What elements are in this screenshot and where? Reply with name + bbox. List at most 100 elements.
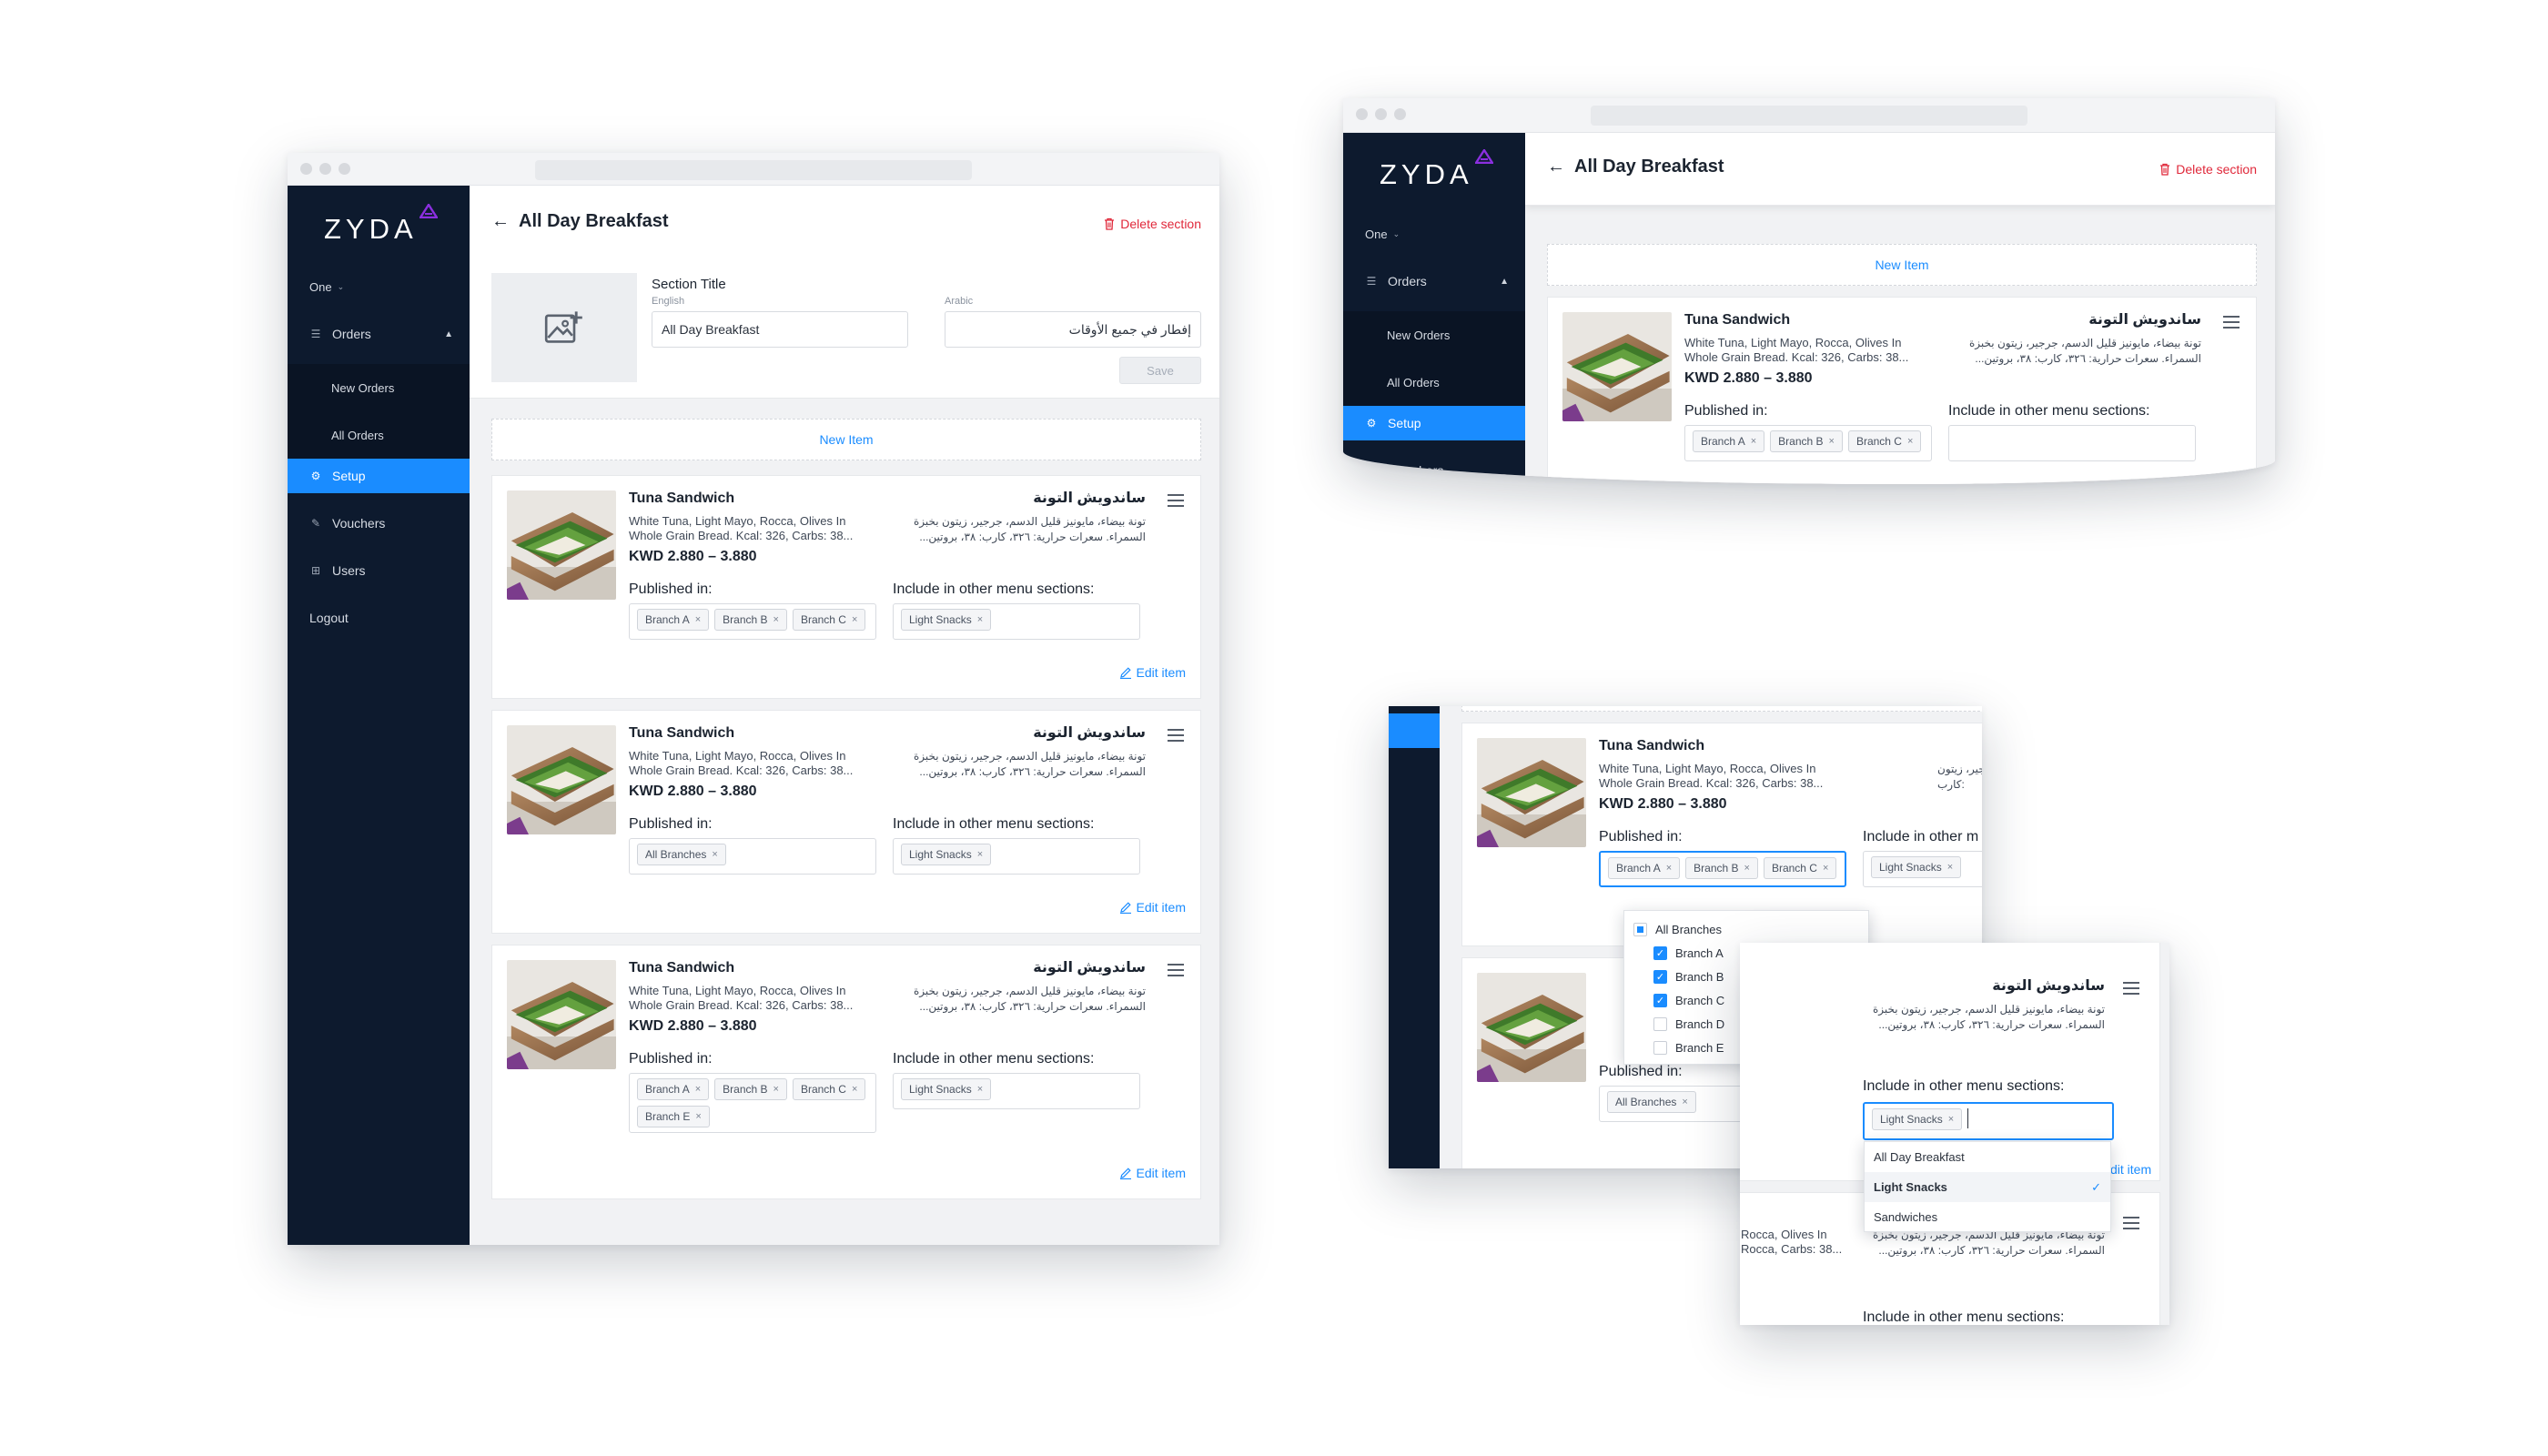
tag-chip[interactable]: Branch A × — [1608, 857, 1681, 879]
close-icon[interactable]: × — [977, 849, 983, 860]
section-image-upload[interactable] — [491, 273, 637, 382]
close-icon[interactable]: × — [1829, 436, 1835, 447]
back-arrow-icon[interactable]: ← — [491, 211, 510, 232]
published-branches-input[interactable]: Branch A × Branch B × Branch C × — [1684, 425, 1932, 461]
sidebar-item-setup[interactable] — [1389, 713, 1440, 748]
sidebar-item-setup[interactable]: ⚙ Setup — [288, 459, 470, 493]
tag-chip[interactable]: Branch C × — [1763, 857, 1837, 879]
section-title-english-input[interactable]: All Day Breakfast — [652, 311, 908, 348]
tag-chip[interactable]: Light Snacks × — [901, 609, 992, 631]
tag-chip[interactable]: All Branches × — [1607, 1091, 1696, 1113]
drag-handle-icon[interactable] — [1168, 494, 1184, 507]
close-icon[interactable]: × — [1947, 862, 1953, 873]
new-item-button[interactable]: New Item — [1547, 244, 2257, 286]
tag-chip[interactable]: Branch B × — [1770, 430, 1843, 452]
close-icon[interactable]: × — [695, 1084, 701, 1095]
sidebar-item-orders[interactable]: ☰ Orders ▲ — [1343, 264, 1525, 298]
dropdown-option[interactable]: All Day Breakfast — [1865, 1142, 2110, 1172]
dropdown-option-all-branches[interactable]: All Branches — [1624, 917, 1868, 941]
new-item-button[interactable] — [1461, 706, 1982, 712]
close-icon[interactable]: × — [977, 1084, 983, 1095]
edit-item-button[interactable]: Edit item — [1119, 665, 1186, 680]
dropdown-option[interactable]: Sandwiches — [1865, 1202, 2110, 1232]
close-icon[interactable]: × — [1744, 863, 1750, 874]
published-branches-input[interactable]: Branch A × Branch B × Branch C × Branch E × — [629, 1073, 876, 1133]
sidebar-item-all-orders[interactable]: All Orders — [288, 411, 470, 459]
close-icon[interactable]: × — [1682, 1097, 1687, 1107]
zyda-logo[interactable]: ZYDA — [1380, 158, 1473, 191]
close-icon[interactable]: × — [1948, 1114, 1954, 1125]
tag-chip[interactable]: Branch B × — [714, 609, 787, 631]
tag-chip[interactable]: Light Snacks × — [901, 844, 992, 865]
delete-section-button[interactable]: Delete section — [2159, 162, 2257, 177]
close-icon[interactable]: × — [977, 614, 983, 625]
item-thumbnail[interactable] — [1477, 973, 1586, 1082]
close-icon[interactable]: × — [1751, 436, 1756, 447]
window-controls[interactable] — [300, 163, 350, 175]
checkbox-checked[interactable]: ✓ — [1653, 969, 1667, 984]
zyda-logo[interactable]: ZYDA — [324, 213, 418, 246]
sidebar-item-logout[interactable]: Logout — [288, 601, 470, 635]
tag-chip[interactable]: Branch A × — [637, 609, 710, 631]
sidebar-item-orders[interactable]: ☰ Orders ▲ — [288, 317, 470, 351]
checkbox-checked[interactable]: ✓ — [1653, 945, 1667, 960]
close-icon[interactable]: × — [695, 614, 701, 625]
tag-chip[interactable]: Branch C × — [792, 609, 866, 631]
drag-handle-icon[interactable] — [2123, 1217, 2139, 1229]
drag-handle-icon[interactable] — [1168, 964, 1184, 976]
menu-sections-input[interactable]: Light Snacks × — [1863, 851, 1982, 887]
drag-handle-icon[interactable] — [2223, 316, 2240, 329]
item-thumbnail[interactable] — [507, 725, 616, 834]
item-thumbnail[interactable] — [1477, 738, 1586, 847]
item-thumbnail[interactable] — [507, 490, 616, 600]
sidebar-item-setup[interactable]: ⚙ Setup — [1343, 406, 1525, 440]
address-bar[interactable] — [535, 160, 972, 180]
close-icon[interactable]: × — [774, 614, 779, 625]
dropdown-option-selected[interactable]: Light Snacks ✓ — [1865, 1172, 2110, 1202]
menu-sections-input[interactable]: Light Snacks × — [893, 838, 1140, 875]
tag-chip[interactable]: Branch C × — [792, 1078, 866, 1100]
close-icon[interactable]: × — [852, 614, 857, 625]
edit-item-button[interactable]: dit item — [2110, 1162, 2151, 1177]
tag-chip[interactable]: All Branches × — [637, 844, 726, 865]
published-branches-input[interactable]: All Branches × — [629, 838, 876, 875]
close-icon[interactable]: × — [774, 1084, 779, 1095]
tag-chip[interactable]: Branch B × — [714, 1078, 787, 1100]
checkbox-checked[interactable]: ✓ — [1653, 993, 1667, 1007]
sidebar-item-vouchers[interactable]: ✎ Vouchers — [288, 506, 470, 541]
drag-handle-icon[interactable] — [2123, 982, 2139, 995]
edit-item-button[interactable]: Edit item — [1119, 900, 1186, 915]
published-branches-input[interactable]: Branch A × Branch B × Branch C × — [629, 603, 876, 640]
close-icon[interactable]: × — [712, 849, 717, 860]
close-icon[interactable]: × — [1666, 863, 1672, 874]
new-item-button[interactable]: New Item — [491, 419, 1201, 460]
menu-sections-input[interactable] — [1948, 425, 2196, 461]
tag-chip[interactable]: Branch A × — [637, 1078, 710, 1100]
sidebar-item-new-orders[interactable]: New Orders — [288, 364, 470, 411]
delete-section-button[interactable]: Delete section — [1104, 217, 1201, 231]
store-switcher[interactable]: One ⌄ — [288, 269, 470, 304]
save-button[interactable]: Save — [1119, 357, 1201, 384]
checkbox-unchecked[interactable] — [1653, 1016, 1667, 1031]
close-icon[interactable]: × — [1907, 436, 1913, 447]
menu-sections-input[interactable]: Light Snacks × — [1863, 1102, 2114, 1140]
sidebar-item-all-orders[interactable]: All Orders — [1343, 359, 1525, 406]
published-branches-input[interactable]: Branch A × Branch B × Branch C × — [1599, 851, 1846, 887]
drag-handle-icon[interactable] — [1168, 729, 1184, 742]
sidebar-item-vouchers[interactable]: Vouchers — [1343, 453, 1525, 484]
close-icon[interactable]: × — [852, 1084, 857, 1095]
menu-sections-input[interactable]: Light Snacks × — [893, 1073, 1140, 1109]
tag-chip[interactable]: Light Snacks × — [1872, 1108, 1963, 1130]
tag-chip[interactable]: Branch C × — [1847, 430, 1922, 452]
tag-chip[interactable]: Branch E × — [637, 1106, 710, 1127]
section-title-arabic-input[interactable]: إفطار في جميع الأوقات — [945, 311, 1201, 348]
close-icon[interactable]: × — [695, 1111, 701, 1122]
tag-chip[interactable]: Light Snacks × — [901, 1078, 992, 1100]
item-thumbnail[interactable] — [507, 960, 616, 1069]
tag-chip[interactable]: Light Snacks × — [1871, 856, 1962, 878]
address-bar[interactable] — [1591, 106, 2027, 126]
sidebar-item-users[interactable]: ⊞ Users — [288, 553, 470, 588]
store-switcher[interactable]: One ⌄ — [1343, 217, 1525, 251]
checkbox-indeterminate[interactable] — [1633, 922, 1647, 936]
menu-sections-input[interactable]: Light Snacks × — [893, 603, 1140, 640]
